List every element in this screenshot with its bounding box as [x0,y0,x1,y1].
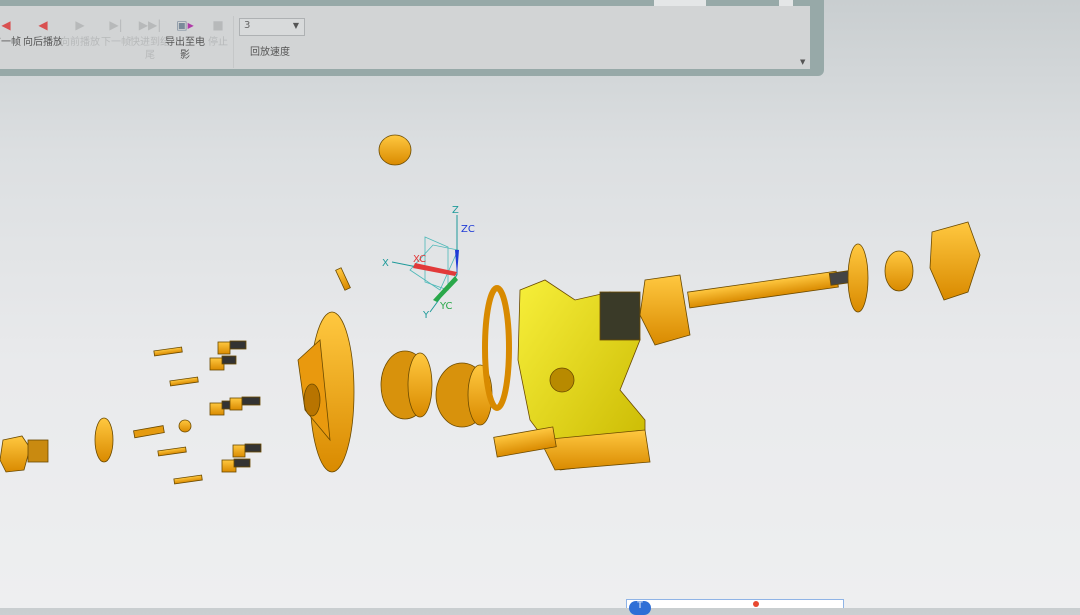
axis-zc-label: ZC [461,224,475,235]
spring-part [133,425,165,439]
pin-part [335,267,351,291]
cap-part [378,134,412,166]
axis-xc-label: XC [413,254,426,265]
axis-yc-label: YC [439,301,453,312]
ime-icon[interactable]: T [629,601,651,615]
playback-speed-select[interactable]: 3 ▼ [239,18,305,36]
3d-viewport[interactable]: Z ZC X XC Y YC [0,0,1080,608]
animation-toolbar: ◀前一帧 ◀向后播放 ▶向前播放 ▶|下一帧 ▶▶|快进到结尾 ▣▶导出至电影 … [0,0,824,76]
axis-y-label: Y [422,310,430,321]
drive-shaft-part [639,269,854,346]
gasket-part [482,285,512,411]
screws-part [209,340,262,473]
ime-toolbar[interactable]: T [626,599,844,615]
axis-z-label: Z [452,205,459,216]
washer-part [884,250,914,292]
plug-bolt-part [0,435,49,473]
bushing-part [847,243,869,313]
playback-speed-label: 回放速度 [250,47,290,58]
chevron-down-icon: ▼ [292,21,299,30]
nut-part [94,417,114,463]
end-cover-part [297,311,355,473]
notification-dot-icon [753,601,759,607]
gear-part [380,350,433,420]
pins-part [153,346,203,485]
ribbon-expand-icon[interactable]: ▼ [800,58,805,66]
ball-part [178,419,192,433]
hex-nut-part [929,221,981,301]
toolbar-divider [233,16,234,68]
axis-x-label: X [382,258,389,269]
coordinate-system[interactable]: Z ZC X XC Y YC [382,205,475,321]
